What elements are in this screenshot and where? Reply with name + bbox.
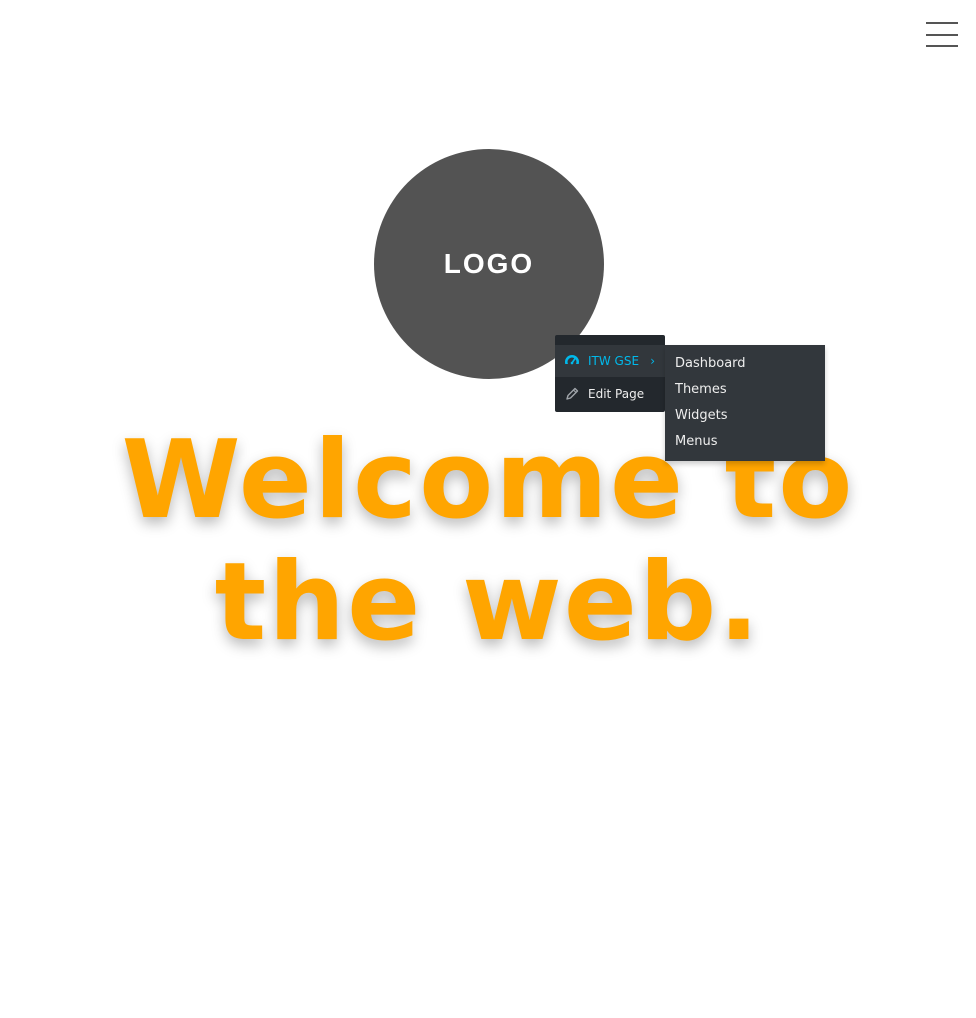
edit-page-menu-item[interactable]: Edit Page [555, 379, 665, 409]
submenu-item-themes[interactable]: Themes [675, 382, 727, 397]
page: LOGO Welcome to the web. ITW GSE › Edit … [0, 0, 976, 1018]
pencil-icon [566, 387, 579, 400]
logo-text: LOGO [443, 248, 535, 279]
submenu-item-dashboard[interactable]: Dashboard [675, 356, 746, 371]
admin-bar-menu: ITW GSE › Edit Page [555, 335, 665, 412]
admin-submenu: Dashboard Themes Widgets Menus [665, 345, 825, 461]
chevron-right-icon: › [650, 354, 655, 368]
hamburger-line [926, 34, 958, 36]
dashboard-gauge-icon [565, 355, 579, 369]
hamburger-line [926, 22, 958, 24]
submenu-item-widgets[interactable]: Widgets [675, 408, 728, 423]
hamburger-line [926, 45, 958, 47]
edit-page-label: Edit Page [588, 387, 645, 401]
admin-site-menu-item[interactable]: ITW GSE › [555, 345, 665, 377]
hero-headline: Welcome to the web. [0, 420, 976, 664]
hamburger-menu-icon[interactable] [926, 22, 958, 48]
admin-site-label: ITW GSE [588, 354, 640, 368]
submenu-item-menus[interactable]: Menus [675, 434, 717, 449]
headline-line-2: the web. [214, 540, 762, 665]
